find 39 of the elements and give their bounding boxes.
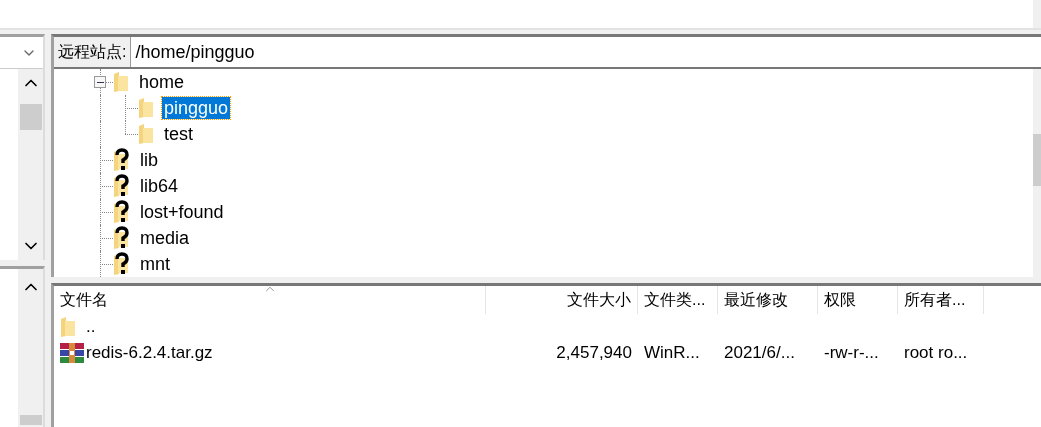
tree-item[interactable]: lib64 [138, 175, 181, 197]
folder-icon [138, 97, 154, 119]
table-cell: 2,457,940 [556, 343, 632, 363]
collapse-toggle[interactable] [94, 76, 106, 88]
column-header[interactable]: 最近修改 [718, 286, 818, 314]
tree-item[interactable]: lib [138, 149, 160, 171]
column-header[interactable]: 文件大小 [486, 286, 638, 314]
folder-icon [138, 123, 154, 145]
file-name[interactable]: .. [86, 317, 96, 337]
question-folder-icon [113, 226, 130, 250]
tree-item[interactable]: test [162, 123, 195, 145]
table-cell: -rw-r-... [824, 343, 879, 363]
tree-item[interactable]: pingguo [162, 97, 231, 119]
table-cell: WinR... [644, 343, 700, 363]
column-header[interactable]: 权限 [818, 286, 898, 314]
scrollbar-thumb[interactable] [19, 104, 42, 130]
column-header[interactable]: 文件名 [54, 286, 486, 314]
remote-site-label: 远程站点: [54, 37, 132, 67]
table-cell: 2021/6/... [724, 343, 795, 363]
table-cell: root ro... [904, 343, 968, 363]
folder-icon [60, 316, 76, 338]
question-folder-icon [113, 200, 130, 224]
scrollbar[interactable] [18, 269, 43, 427]
archive-icon [60, 343, 84, 363]
tree-item[interactable]: lost+found [138, 201, 226, 223]
column-header[interactable]: 所有者... [898, 286, 984, 314]
scrollbar[interactable] [1033, 69, 1041, 277]
question-folder-icon [113, 174, 130, 198]
tree-item[interactable]: media [138, 227, 192, 249]
scrollbar[interactable] [1033, 0, 1041, 28]
question-folder-icon [113, 252, 130, 276]
tree-item[interactable]: mnt [138, 253, 172, 275]
file-name[interactable]: redis-6.2.4.tar.gz [86, 343, 213, 363]
folder-icon [113, 71, 129, 93]
question-folder-icon [113, 148, 130, 172]
scrollbar-thumb[interactable] [19, 415, 42, 425]
tree-item[interactable]: home [137, 71, 187, 93]
scrollbar[interactable] [18, 69, 43, 260]
column-header[interactable]: 文件类... [638, 286, 718, 314]
